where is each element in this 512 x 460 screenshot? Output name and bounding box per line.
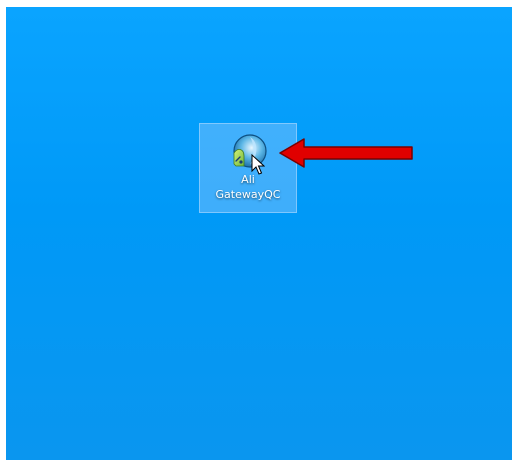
red-pointer-arrow-icon — [279, 138, 413, 168]
shortcut-label-line2: GatewayQC — [215, 188, 281, 201]
desktop-shortcut-label: Ali GatewayQC — [200, 172, 296, 202]
shortcut-label-line1: Ali — [241, 173, 255, 186]
desktop[interactable]: Ali GatewayQC — [6, 7, 512, 460]
mouse-cursor-icon — [251, 154, 265, 175]
